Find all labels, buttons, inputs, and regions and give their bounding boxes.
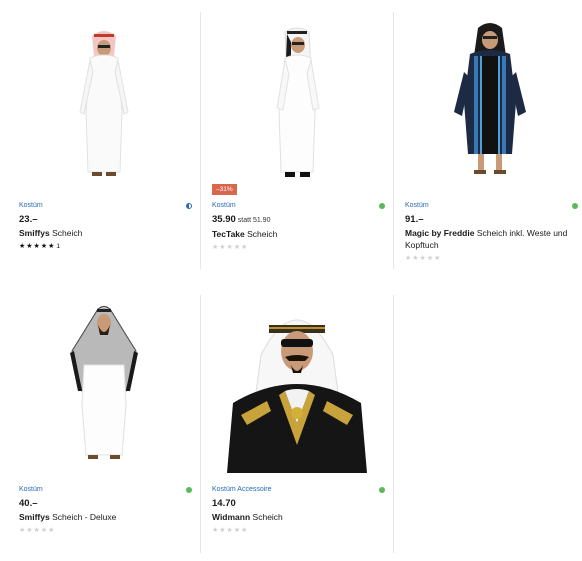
product-price: 91.– [405,214,424,225]
availability-indicator [379,487,385,493]
product-info: Kostüm 91.– Magic by Freddie Scheich ink… [405,201,578,263]
product-card[interactable]: Kostüm 23.– Smiffys Scheich ★★★★★1 [8,12,200,269]
divider [393,295,394,553]
product-info: Kostüm 23.– Smiffys Scheich ★★★★★1 [19,201,192,251]
product-category-link[interactable]: Kostüm Accessoire [212,485,385,495]
rating-stars: ★★★★★ [19,527,56,534]
product-title[interactable]: Magic by Freddie Scheich inkl. Weste und… [405,227,578,251]
product-image[interactable] [201,12,393,190]
product-price: 40.– [19,498,38,509]
product-price: 35.90 statt 51.90 [212,214,271,225]
product-image[interactable] [394,12,582,190]
availability-indicator [186,487,192,493]
original-price: statt 51.90 [237,217,271,224]
rating-stars: ★★★★★ [212,244,249,251]
availability-indicator [572,203,578,209]
rating-stars: ★★★★★1 [19,243,61,250]
product-category-link[interactable]: Kostüm [405,201,578,211]
product-image[interactable] [8,12,200,190]
product-info: Kostüm Accessoire 14.70 Widmann Scheich … [212,485,385,535]
product-category-link[interactable]: Kostüm [212,201,385,211]
product-category-link[interactable]: Kostüm [19,201,192,211]
product-info: Kostüm 35.90 statt 51.90 TecTake Scheich … [212,201,385,252]
product-grid: Kostüm 23.– Smiffys Scheich ★★★★★1 –31% [8,0,582,561]
availability-indicator [186,203,192,209]
product-title[interactable]: Widmann Scheich [212,511,385,523]
rating-stars: ★★★★★ [212,527,249,534]
product-price: 23.– [19,214,38,225]
product-title[interactable]: Smiffys Scheich [19,227,192,239]
product-title[interactable]: Smiffys Scheich - Deluxe [19,511,192,523]
product-card[interactable]: Kostüm Accessoire 14.70 Widmann Scheich … [201,295,393,553]
product-card[interactable]: Kostüm 91.– Magic by Freddie Scheich ink… [394,12,582,269]
rating-stars: ★★★★★ [405,255,442,262]
product-image[interactable] [8,295,200,473]
rating-count: 1 [56,243,61,250]
product-image[interactable] [201,295,393,473]
product-card[interactable]: Kostüm 40.– Smiffys Scheich - Deluxe ★★★… [8,295,200,553]
product-category-link[interactable]: Kostüm [19,485,192,495]
product-card[interactable]: –31% Kostüm 35.90 statt 51.90 TecTake Sch… [201,12,393,269]
discount-badge: –31% [212,184,237,195]
product-info: Kostüm 40.– Smiffys Scheich - Deluxe ★★★… [19,485,192,535]
product-title[interactable]: TecTake Scheich [212,228,385,240]
availability-indicator [379,203,385,209]
product-price: 14.70 [212,498,236,509]
